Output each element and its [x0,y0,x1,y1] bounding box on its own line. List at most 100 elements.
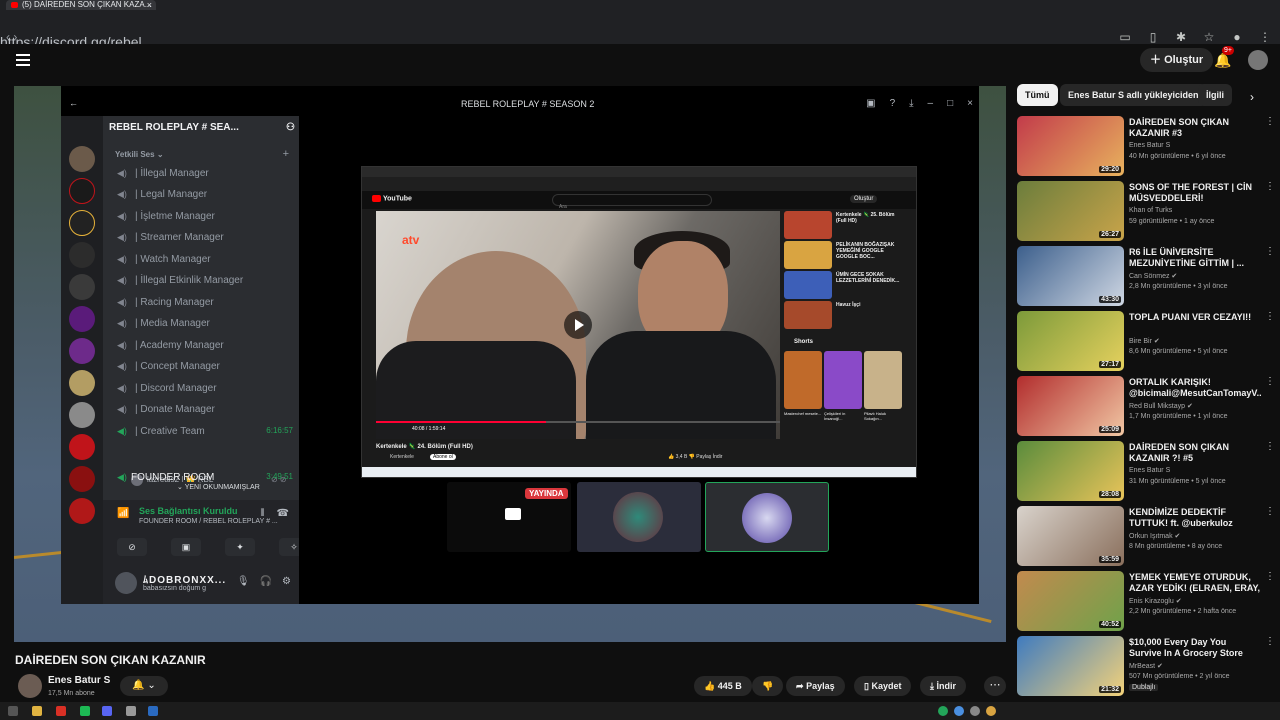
voice-channel[interactable]: ◀) | İllegal Manager [117,164,293,182]
shared-screen[interactable]: YouTube Ara Oluştur atv 40:08 / 1:59:14 … [361,166,917,478]
browser-icon[interactable] [56,706,66,716]
recommendation-thumbnail[interactable]: 28:08 [1017,441,1124,501]
hamburger-menu-icon[interactable] [16,54,30,69]
chip-all[interactable]: Tümü [1017,84,1058,106]
recommendation-thumbnail[interactable]: 26:27 [1017,181,1124,241]
save-button[interactable]: ▯ Kaydet [854,676,912,696]
headphones-icon[interactable]: 🎧 [260,576,272,587]
server-icon[interactable] [69,178,95,204]
more-options-icon[interactable]: ⋮ [1265,311,1275,322]
add-member-icon[interactable]: ⚇ [286,122,295,133]
voice-channel[interactable]: ◀) | Discord Manager [117,379,293,397]
server-icon[interactable] [69,242,95,268]
server-icon[interactable] [69,306,95,332]
account-avatar[interactable] [1248,50,1268,70]
voice-channel[interactable]: ◀) | Streamer Manager [117,228,293,246]
chip-related[interactable]: İlgili [1198,84,1232,106]
recommendation-item[interactable]: 35:59 KENDİMİZE DEDEKTİF TUTTUK! ft. @ube… [1017,506,1277,568]
more-actions-icon[interactable]: ⋯ [984,676,1006,696]
recommendation-thumbnail[interactable]: 35:59 [1017,506,1124,566]
recommendation-channel[interactable]: MrBeast ✔ [1129,662,1163,670]
recommendation-channel[interactable]: Red Bull Mikstayp ✔ [1129,402,1193,410]
user-avatar[interactable] [115,572,137,594]
recommendation-channel[interactable]: Bire Bir ✔ [1129,337,1160,345]
cast-icon[interactable]: ▭ [1118,30,1132,44]
recommendation-channel[interactable]: Enis Kirazoglu ✔ [1129,597,1182,605]
server-icon[interactable] [69,338,95,364]
add-channel-icon[interactable]: + [283,148,289,160]
user-name[interactable]: ﾑDOBRONXX... [143,571,226,586]
subscribed-bell-button[interactable]: 🔔 ⌄ [120,676,168,696]
close-tab-icon[interactable]: × [147,0,152,10]
star-icon[interactable]: ☆ [1202,30,1216,44]
recommendation-item[interactable]: 21:32 $10,000 Every Day You Survive In A … [1017,636,1277,698]
more-options-icon[interactable]: ⋮ [1265,376,1275,387]
channel-category[interactable]: Yetkili Ses ⌄ [115,150,164,159]
steam-icon[interactable] [148,706,158,716]
maximize-icon[interactable]: □ [947,98,953,109]
inbox-icon[interactable]: ▣ [866,98,875,109]
voice-channel[interactable]: ◀) | Concept Manager [117,357,293,375]
recommendation-item[interactable]: 29:20 DAİREDEN SON ÇIKAN KAZANIR #3 Enes B… [1017,116,1277,178]
browser-tab[interactable]: (5) DAİREDEN SON ÇIKAN KAZA... × [6,0,156,10]
camera-off-icon[interactable]: ⊘ [117,538,147,556]
share-button[interactable]: ➦ Paylaş [786,676,845,696]
noise-suppression-icon[interactable]: ⫴ [260,508,264,519]
spotify-icon[interactable] [80,706,90,716]
close-icon[interactable]: × [967,98,973,109]
recommendation-channel[interactable]: Orkun Işıtmak ✔ [1129,532,1180,540]
recommendation-thumbnail[interactable]: 21:32 [1017,636,1124,696]
tray-icon[interactable] [954,706,964,716]
voice-channel-path[interactable]: FOUNDER ROOM / REBEL ROLEPLAY # ... [139,518,278,525]
extensions-icon[interactable]: ✱ [1174,30,1188,44]
recommendation-channel[interactable]: Enes Batur S [1129,142,1170,149]
recommendation-title[interactable]: SONS OF THE FOREST | CİN MÜSVEDDELERİ! [1129,182,1261,204]
voice-channel[interactable]: ◀) | Creative Team 6:16:57 [117,422,293,440]
voice-channel[interactable]: ◀) | Academy Manager [117,336,293,354]
voice-channel[interactable]: ◀) | Racing Manager [117,293,293,311]
more-options-icon[interactable]: ⋮ [1265,506,1275,517]
server-icon[interactable] [69,370,95,396]
recommendation-thumbnail[interactable]: 25:09 [1017,376,1124,436]
menu-icon[interactable]: ⋮ [1258,30,1272,44]
more-options-icon[interactable]: ⋮ [1265,116,1275,127]
server-icon[interactable] [69,434,95,460]
help-icon[interactable]: ? [890,98,896,109]
recommendation-item[interactable]: 27:17 TOPLA PUANI VER CEZAYI!! Bire Bir ✔ 8… [1017,311,1277,373]
chevron-right-icon[interactable]: › [1250,90,1254,104]
recommendation-item[interactable]: 25:09 ORTALIK KARIŞIK! @bicimali@MesutCan… [1017,376,1277,438]
voice-channel[interactable]: ◀) | İşletme Manager [117,207,293,225]
voice-channel[interactable]: ◀) | İllegal Etkinlik Manager [117,271,293,289]
recommendation-item[interactable]: 26:27 SONS OF THE FOREST | CİN MÜSVEDDELE… [1017,181,1277,243]
server-icon[interactable] [69,466,95,492]
sidebar-icon[interactable]: ▯ [1146,30,1160,44]
recommendation-item[interactable]: 43:30 R6 İLE ÜNİVERSİTE MEZUNİYETİNE GİTT… [1017,246,1277,308]
voice-channel[interactable]: ◀) | Donate Manager [117,400,293,418]
recommendation-title[interactable]: ORTALIK KARIŞIK! @bicimali@MesutCanTomay… [1129,377,1261,399]
tray-icon[interactable] [938,706,948,716]
recommendation-title[interactable]: DAİREDEN SON ÇIKAN KAZANIR ?! #5 [1129,442,1261,464]
file-explorer-icon[interactable] [32,706,42,716]
download-button[interactable]: ⤓ İndir [920,676,966,696]
disconnect-icon[interactable]: ☎ [277,508,289,519]
recommendation-thumbnail[interactable]: 29:20 [1017,116,1124,176]
recommendation-item[interactable]: 40:52 YEMEK YEMEYE OTURDUK, AZAR YEDİK! (… [1017,571,1277,633]
like-button[interactable]: 👍 445 B [694,676,752,696]
more-options-icon[interactable]: ⋮ [1265,636,1275,647]
channel-avatar[interactable] [18,674,42,698]
recommendation-title[interactable]: YEMEK YEMEYE OTURDUK, AZAR YEDİK! (ELRAE… [1129,572,1261,595]
server-name-header[interactable]: REBEL ROLEPLAY # SEA... ⚇ [109,122,295,133]
recommendation-item[interactable]: 28:08 DAİREDEN SON ÇIKAN KAZANIR ?! #5 Ene… [1017,441,1277,503]
recommendation-thumbnail[interactable]: 43:30 [1017,246,1124,306]
server-icon[interactable] [69,274,95,300]
new-messages-pill[interactable]: ⌄ YENİ OKUNMAMIŞLAR [173,482,264,492]
create-button[interactable]: ＋ Oluştur [1140,48,1214,72]
recommendation-title[interactable]: $10,000 Every Day You Survive In A Groce… [1129,637,1261,659]
more-options-icon[interactable]: ⋮ [1265,441,1275,452]
microphone-icon[interactable]: 🎙 [237,576,250,587]
tray-icon[interactable] [970,706,980,716]
download-icon[interactable]: ⤓ [909,98,913,109]
voice-status[interactable]: Ses Bağlantısı Kuruldu [139,506,238,516]
recommendation-title[interactable]: TOPLA PUANI VER CEZAYI!! [1129,312,1261,323]
more-options-icon[interactable]: ⋮ [1265,246,1275,257]
